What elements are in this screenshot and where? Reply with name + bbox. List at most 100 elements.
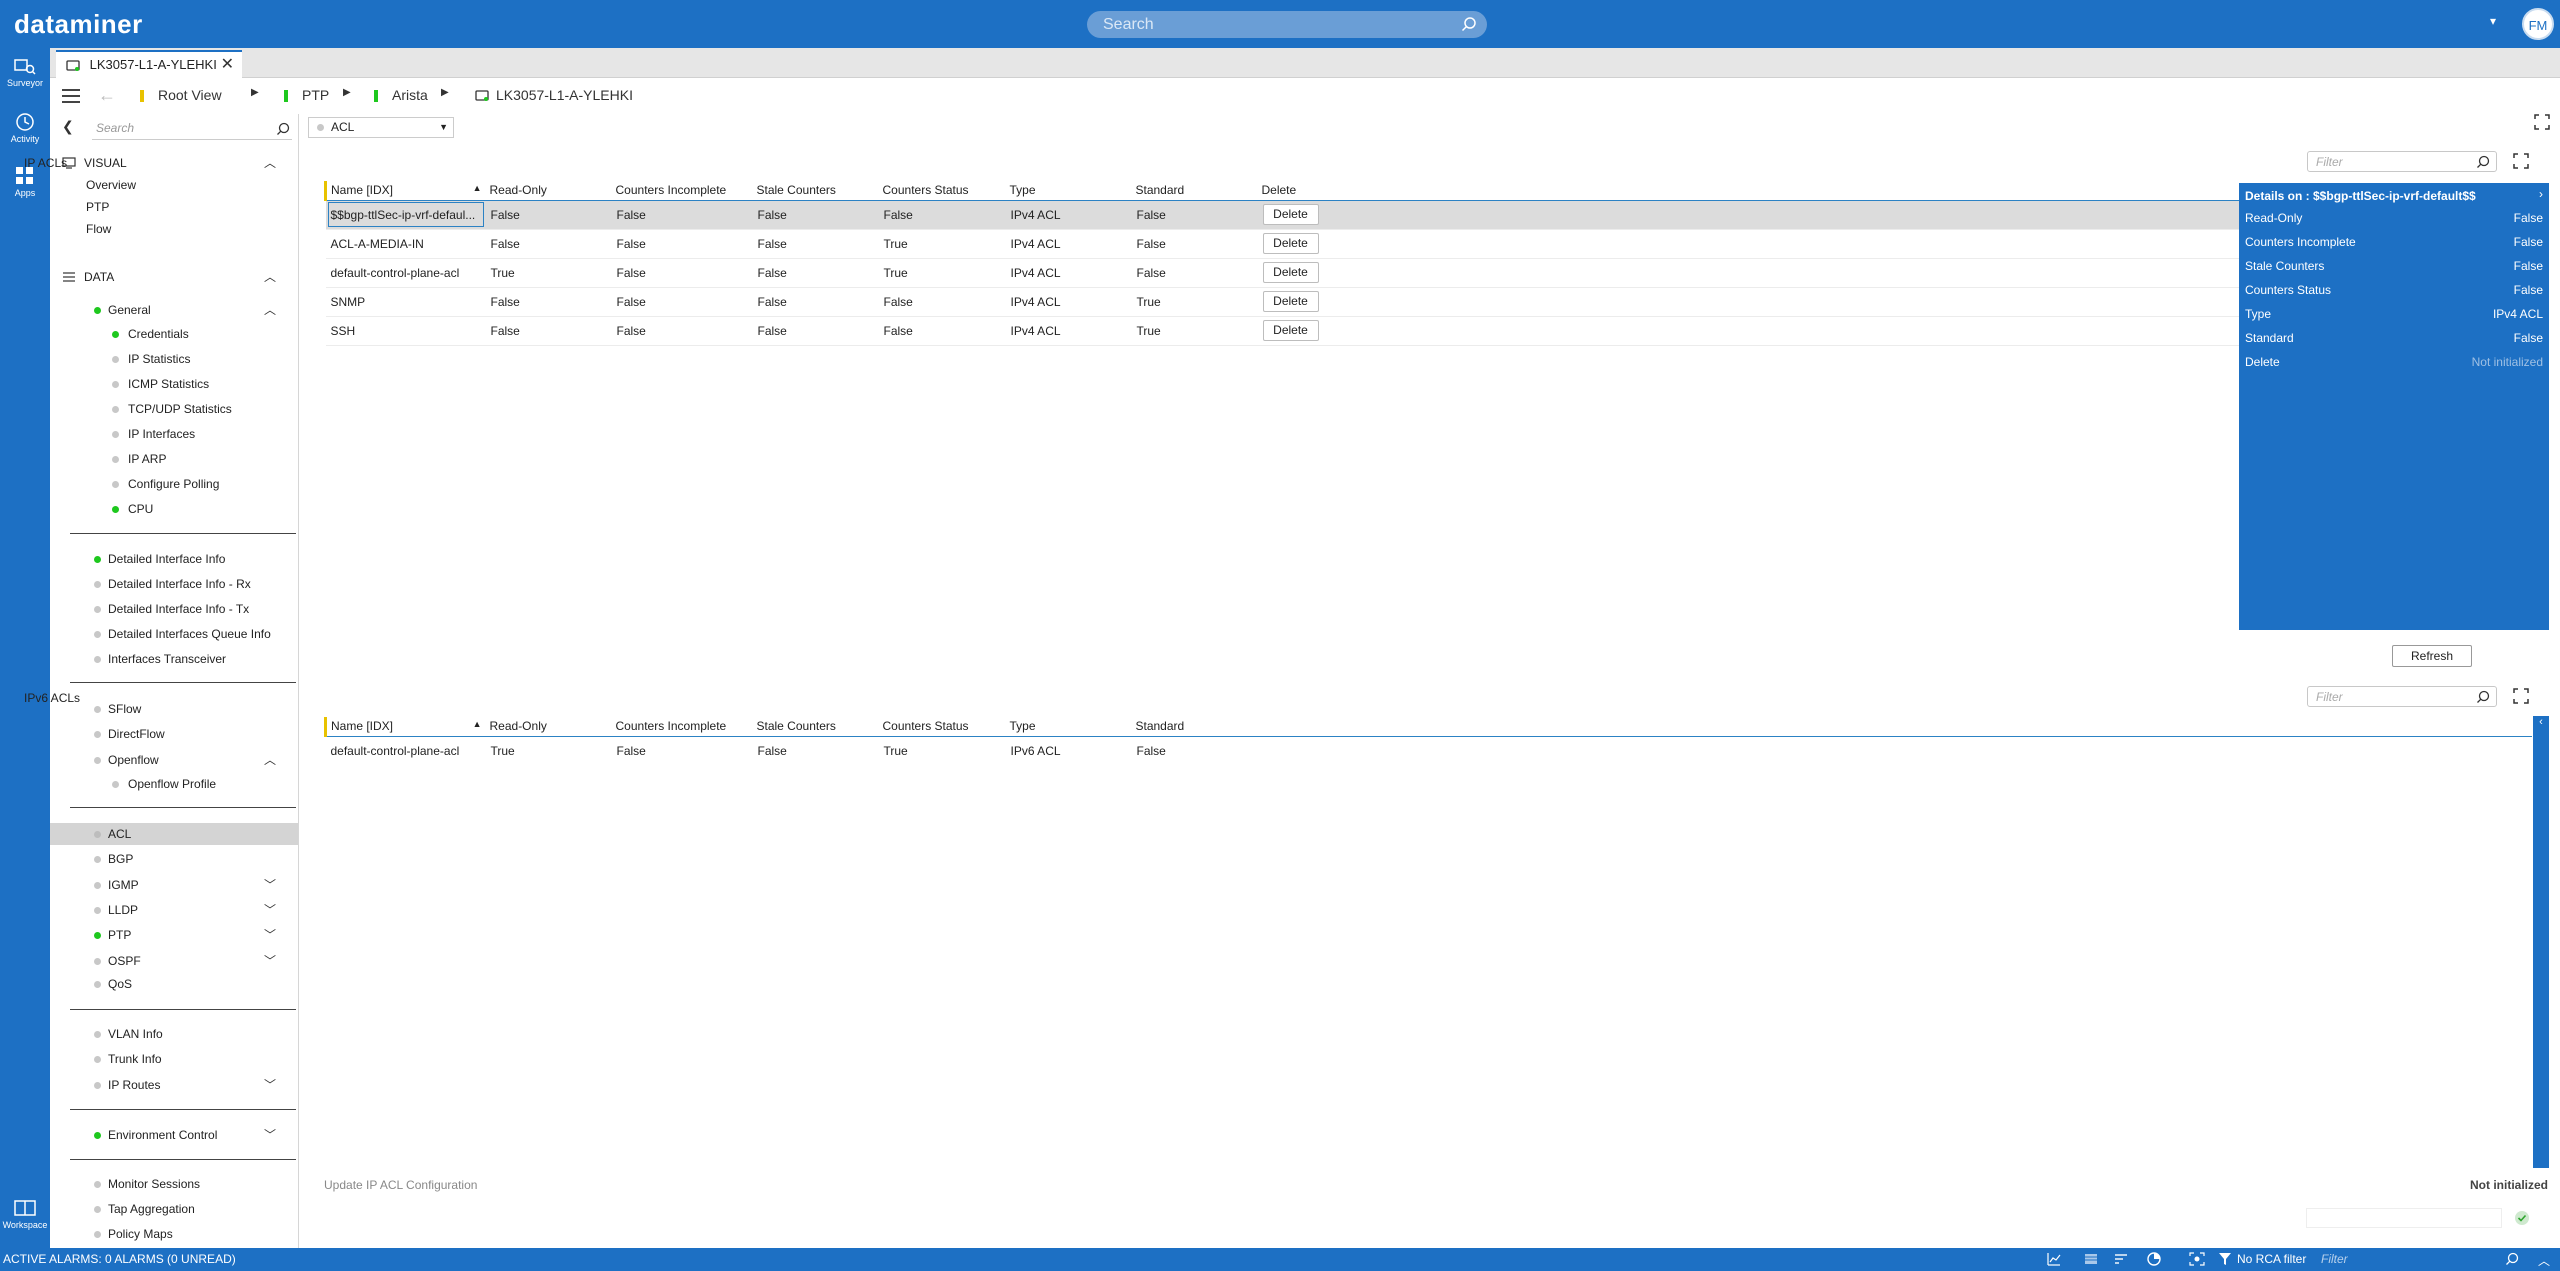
table-row[interactable]: SNMP False False False False IPv4 ACL Tr…	[325, 287, 2532, 317]
sidebar-item-ip-statistics[interactable]: IP Statistics	[50, 348, 298, 370]
sidebar-item-visual-ptp[interactable]: PTP	[50, 196, 298, 218]
cell-name[interactable]: SNMP	[325, 287, 486, 317]
sidebar-item-ospf[interactable]: OSPF ﹀	[50, 950, 298, 972]
details-panel-toggle[interactable]: ‹	[2533, 716, 2549, 1168]
column-header-stale-counters[interactable]: Stale Counters	[752, 181, 879, 201]
cell-name[interactable]: ACL-A-MEDIA-IN	[325, 229, 486, 259]
search-icon[interactable]	[276, 122, 290, 136]
sidebar-item-sflow[interactable]: SFlow	[50, 698, 298, 720]
app-logo[interactable]: dataminer	[14, 9, 143, 40]
tab-element-card[interactable]: LK3057-L1-A-YLEHKI ✕	[56, 50, 242, 78]
column-header-standard[interactable]: Standard	[1131, 181, 1258, 201]
global-search-input[interactable]: Search	[1087, 11, 1487, 38]
user-menu-chevron-icon[interactable]: ▾	[2490, 14, 2496, 28]
chevron-down-icon[interactable]: ﹀	[264, 899, 276, 921]
table-row[interactable]: SSH False False False False IPv4 ACL Tru…	[325, 316, 2532, 346]
sort-icon[interactable]	[2114, 1252, 2128, 1266]
column-header-type[interactable]: Type	[1005, 181, 1132, 201]
rail-activity[interactable]: Activity	[0, 112, 50, 144]
sidebar-item-policy-maps[interactable]: Policy Maps	[50, 1223, 298, 1245]
column-header-read-only[interactable]: Read-Only	[485, 717, 612, 737]
column-header-name[interactable]: Name [IDX] ▲	[324, 181, 486, 201]
check-circle-icon[interactable]	[2514, 1210, 2530, 1226]
hamburger-menu-icon[interactable]	[62, 89, 80, 107]
search-icon[interactable]	[2476, 155, 2490, 169]
column-header-name[interactable]: Name [IDX] ▲	[324, 717, 486, 737]
column-header-read-only[interactable]: Read-Only	[485, 181, 612, 201]
fullscreen-icon[interactable]	[2513, 688, 2529, 704]
search-icon[interactable]	[2476, 690, 2490, 704]
table-row[interactable]: default-control-plane-acl True False Fal…	[326, 736, 2533, 765]
sidebar-item-detailed-interfaces-queue-info[interactable]: Detailed Interfaces Queue Info	[50, 623, 298, 645]
column-header-counters-status[interactable]: Counters Status	[878, 181, 1006, 201]
sidebar-item-flow[interactable]: Flow	[50, 218, 298, 240]
breadcrumb-element[interactable]: LK3057-L1-A-YLEHKI	[474, 87, 633, 103]
breadcrumb-root-view[interactable]: Root View	[140, 87, 222, 103]
cell-name[interactable]: default-control-plane-acl	[326, 736, 486, 765]
chevron-up-icon[interactable]: ︿	[264, 152, 276, 174]
breadcrumb-arista[interactable]: Arista	[374, 87, 428, 103]
sidebar-item-ip-interfaces[interactable]: IP Interfaces	[50, 423, 298, 445]
sidebar-item-detailed-interface-info-rx[interactable]: Detailed Interface Info - Rx	[50, 573, 298, 595]
fullscreen-icon[interactable]	[2513, 153, 2529, 169]
ipv6-acls-filter-input[interactable]: Filter	[2307, 686, 2497, 707]
sidebar-item-cpu[interactable]: CPU	[50, 498, 298, 520]
sidebar-item-overview[interactable]: Overview	[50, 174, 298, 196]
ip-acls-filter-input[interactable]: Filter	[2307, 151, 2497, 172]
sidebar-item-bgp[interactable]: BGP	[50, 848, 298, 870]
chevron-up-icon[interactable]: ︿	[264, 266, 276, 288]
rail-apps[interactable]: Apps	[0, 166, 50, 198]
focus-icon[interactable]	[2189, 1252, 2205, 1266]
sidebar-item-icmp-statistics[interactable]: ICMP Statistics	[50, 373, 298, 395]
sidebar-item-detailed-interface-info[interactable]: Detailed Interface Info	[50, 548, 298, 570]
sidebar-section-visual[interactable]: VISUAL ︿	[50, 152, 298, 174]
statusbar-filter-input[interactable]: Filter	[2321, 1252, 2348, 1266]
sort-ascending-icon[interactable]: ▲	[473, 183, 482, 193]
delete-button[interactable]: Delete	[1262, 320, 1319, 341]
delete-button[interactable]: Delete	[1262, 233, 1319, 254]
sidebar-item-monitor-sessions[interactable]: Monitor Sessions	[50, 1173, 298, 1195]
sidebar-item-openflow-profile[interactable]: Openflow Profile	[50, 773, 298, 795]
chevron-right-icon[interactable]: ›	[2539, 187, 2543, 201]
sidebar-search-input[interactable]: Search	[92, 118, 292, 140]
sidebar-item-directflow[interactable]: DirectFlow	[50, 723, 298, 745]
search-icon[interactable]	[2505, 1252, 2519, 1266]
list-view-icon[interactable]	[2084, 1252, 2098, 1266]
column-header-counters-incomplete[interactable]: Counters Incomplete	[611, 717, 753, 737]
table-row[interactable]: $$bgp-ttlSec-ip-vrf-defaul... False Fals…	[325, 200, 2532, 230]
delete-button[interactable]: Delete	[1262, 204, 1319, 225]
sidebar-item-detailed-interface-info-tx[interactable]: Detailed Interface Info - Tx	[50, 598, 298, 620]
breadcrumb-separator-icon[interactable]: ▶	[343, 87, 351, 98]
chevron-up-icon[interactable]: ︿	[264, 749, 276, 771]
search-icon[interactable]	[1461, 16, 1477, 32]
sidebar-item-general[interactable]: General ︿	[50, 299, 298, 321]
column-header-stale-counters[interactable]: Stale Counters	[752, 717, 879, 737]
cell-name[interactable]: default-control-plane-acl	[325, 258, 486, 288]
pie-chart-icon[interactable]	[2147, 1252, 2161, 1266]
sidebar-item-tcp-udp-statistics[interactable]: TCP/UDP Statistics	[50, 398, 298, 420]
cell-name[interactable]: $$bgp-ttlSec-ip-vrf-defaul...	[325, 200, 486, 230]
close-icon[interactable]: ✕	[221, 52, 234, 78]
trend-icon[interactable]	[2047, 1252, 2061, 1266]
sidebar-item-ptp[interactable]: PTP ﹀	[50, 924, 298, 946]
sidebar-item-acl[interactable]: ACL	[50, 823, 298, 845]
filter-icon[interactable]	[2219, 1252, 2231, 1266]
chevron-down-icon[interactable]: ﹀	[264, 924, 276, 946]
table-row[interactable]: ACL-A-MEDIA-IN False False False True IP…	[325, 229, 2532, 259]
refresh-button[interactable]: Refresh	[2392, 645, 2472, 667]
sidebar-section-data[interactable]: DATA ︿	[50, 266, 298, 288]
back-arrow-icon[interactable]: ←	[98, 85, 116, 106]
chevron-down-icon[interactable]: ﹀	[264, 874, 276, 896]
sidebar-item-vlan-info[interactable]: VLAN Info	[50, 1023, 298, 1045]
sidebar-item-tap-aggregation[interactable]: Tap Aggregation	[50, 1198, 298, 1220]
collapse-sidebar-icon[interactable]: ❮	[62, 118, 74, 135]
sidebar-item-credentials[interactable]: Credentials	[50, 323, 298, 345]
chevron-down-icon[interactable]: ﹀	[264, 950, 276, 972]
sidebar-item-lldp[interactable]: LLDP ﹀	[50, 899, 298, 921]
sidebar-item-configure-polling[interactable]: Configure Polling	[50, 473, 298, 495]
sidebar-item-ip-routes[interactable]: IP Routes ﹀	[50, 1074, 298, 1096]
sidebar-item-interfaces-transceiver[interactable]: Interfaces Transceiver	[50, 648, 298, 670]
fullscreen-icon[interactable]	[2534, 114, 2550, 130]
column-header-type[interactable]: Type	[1005, 717, 1132, 737]
sidebar-item-qos[interactable]: QoS	[50, 973, 298, 995]
